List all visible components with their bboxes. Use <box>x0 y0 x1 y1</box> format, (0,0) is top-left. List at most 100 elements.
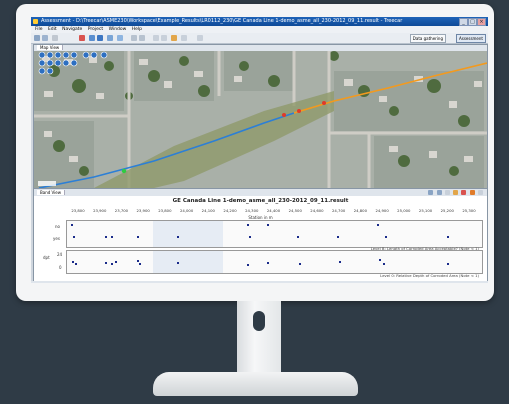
data-point <box>139 263 141 265</box>
data-point <box>447 236 449 238</box>
data-point <box>383 263 385 265</box>
band-chart-title: GE Canada Line 1-demo_asme_all_230-2012_… <box>172 198 349 204</box>
forward-icon[interactable] <box>161 35 167 41</box>
map-view-panel: Map View <box>33 44 488 189</box>
data-point <box>71 224 73 226</box>
run-icon[interactable] <box>171 35 177 41</box>
data-point <box>339 261 341 263</box>
window-titlebar: Assessment - D:\Treecar\ASME230\Workspac… <box>31 17 488 26</box>
settings-icon[interactable] <box>478 190 483 195</box>
data-point <box>299 263 301 265</box>
band-plot-relative-depth[interactable]: dpt 24 0 <box>43 250 483 274</box>
open-icon[interactable] <box>42 35 48 41</box>
station-tick-label: 25,000 <box>397 208 411 213</box>
menu-navigate[interactable]: Navigate <box>62 27 82 32</box>
marker-icon[interactable] <box>461 190 467 195</box>
data-point <box>111 236 113 238</box>
data-point <box>105 262 107 264</box>
maximize-button[interactable]: □ <box>468 18 477 26</box>
menu-edit[interactable]: Edit <box>48 27 57 32</box>
export-chart-icon[interactable] <box>469 190 475 195</box>
station-tick-label: 23,900 <box>93 208 107 213</box>
export-icon[interactable] <box>97 35 103 41</box>
menu-project[interactable]: Project <box>88 27 103 32</box>
app-icon <box>33 19 38 24</box>
toolbar: Data gathering Assessment <box>31 33 488 44</box>
back-icon[interactable] <box>153 35 159 41</box>
plot2-label-bottom: 0 <box>59 265 62 270</box>
station-tick-label: 24,500 <box>288 208 302 213</box>
station-tick-label: 24,600 <box>310 208 324 213</box>
minimize-button[interactable]: _ <box>459 18 468 26</box>
import-icon[interactable] <box>89 35 95 41</box>
menu-file[interactable]: File <box>35 27 43 32</box>
perspective-data-gathering[interactable]: Data gathering <box>409 34 446 43</box>
station-tick-label: 24,400 <box>266 208 281 213</box>
data-point <box>137 260 139 262</box>
data-point <box>247 264 249 266</box>
menu-window[interactable]: Window <box>109 27 127 32</box>
selected-range-highlight <box>153 251 223 273</box>
data-point <box>115 261 117 263</box>
print-icon[interactable] <box>117 35 123 41</box>
status-bar <box>31 281 488 283</box>
highlight-icon[interactable] <box>453 190 459 195</box>
plot2-caption: Level 0: Relative Depth of Corroded Area… <box>380 273 479 278</box>
zoom-in-icon[interactable] <box>428 190 434 195</box>
monitor-stand-base <box>153 372 358 396</box>
data-point <box>337 236 339 238</box>
zoom-out-icon[interactable] <box>436 190 442 195</box>
new-icon[interactable] <box>34 35 40 41</box>
settings-icon[interactable] <box>181 35 187 41</box>
data-point <box>297 236 299 238</box>
plot2-label-top: 24 <box>57 252 63 257</box>
band-view-tab[interactable]: Band View <box>34 189 487 196</box>
data-point <box>385 236 387 238</box>
data-point <box>177 236 179 238</box>
band-view-tab-label: Band View <box>37 190 66 195</box>
data-point <box>137 236 139 238</box>
menu-bar: File Edit Navigate Project Window Help <box>31 26 488 33</box>
data-point <box>72 261 74 263</box>
data-point <box>177 262 179 264</box>
window-title: Assessment - D:\Treecar\ASME230\Workspac… <box>41 18 403 24</box>
perspective-assessment[interactable]: Assessment <box>456 34 486 43</box>
station-tick-label: 23,700 <box>114 208 129 213</box>
data-point <box>247 224 249 226</box>
map-view-tab-label: Map View <box>37 45 64 50</box>
data-point <box>75 263 77 265</box>
band-view-panel: Band View GE Canada Line 1-demo_asme_all… <box>33 188 488 283</box>
data-point <box>73 236 75 238</box>
band-plot-length-acceptable[interactable]: no yes <box>53 220 483 248</box>
redo-icon[interactable] <box>139 35 145 41</box>
screen: Assessment - D:\Treecar\ASME230\Workspac… <box>31 17 488 283</box>
close-button[interactable]: × <box>477 18 486 26</box>
plot1-label-no: no <box>55 224 60 229</box>
station-tick-label: 24,000 <box>179 208 194 213</box>
selected-range-highlight <box>153 221 223 247</box>
data-point <box>379 259 381 261</box>
station-tick-label: 24,300 <box>245 208 259 213</box>
data-point <box>267 262 269 264</box>
plot1-label-yes: yes <box>53 236 60 241</box>
station-tick-label: 23,900 <box>136 208 150 213</box>
station-tick-label: 23,800 <box>71 208 85 213</box>
help-icon[interactable] <box>197 35 203 41</box>
aerial-map[interactable] <box>34 51 487 188</box>
station-axis-ticks: 23,800 23,900 23,700 23,900 23,800 24,000 24,1… <box>34 208 487 214</box>
menu-help[interactable]: Help <box>132 27 142 32</box>
pan-icon[interactable] <box>444 190 450 195</box>
undo-icon[interactable] <box>131 35 137 41</box>
record-icon[interactable] <box>79 35 85 41</box>
save-icon[interactable] <box>52 35 58 41</box>
data-point <box>249 236 251 238</box>
refresh-icon[interactable] <box>107 35 113 41</box>
plot2-axis-label: dpt <box>43 255 50 260</box>
station-tick-label: 25,100 <box>418 208 433 213</box>
data-point <box>447 263 449 265</box>
station-tick-label: 25,200 <box>440 208 454 213</box>
station-tick-label: 24,700 <box>332 208 346 213</box>
station-tick-label: 23,800 <box>158 208 172 213</box>
data-point <box>111 263 113 265</box>
station-tick-label: 24,100 <box>201 208 215 213</box>
